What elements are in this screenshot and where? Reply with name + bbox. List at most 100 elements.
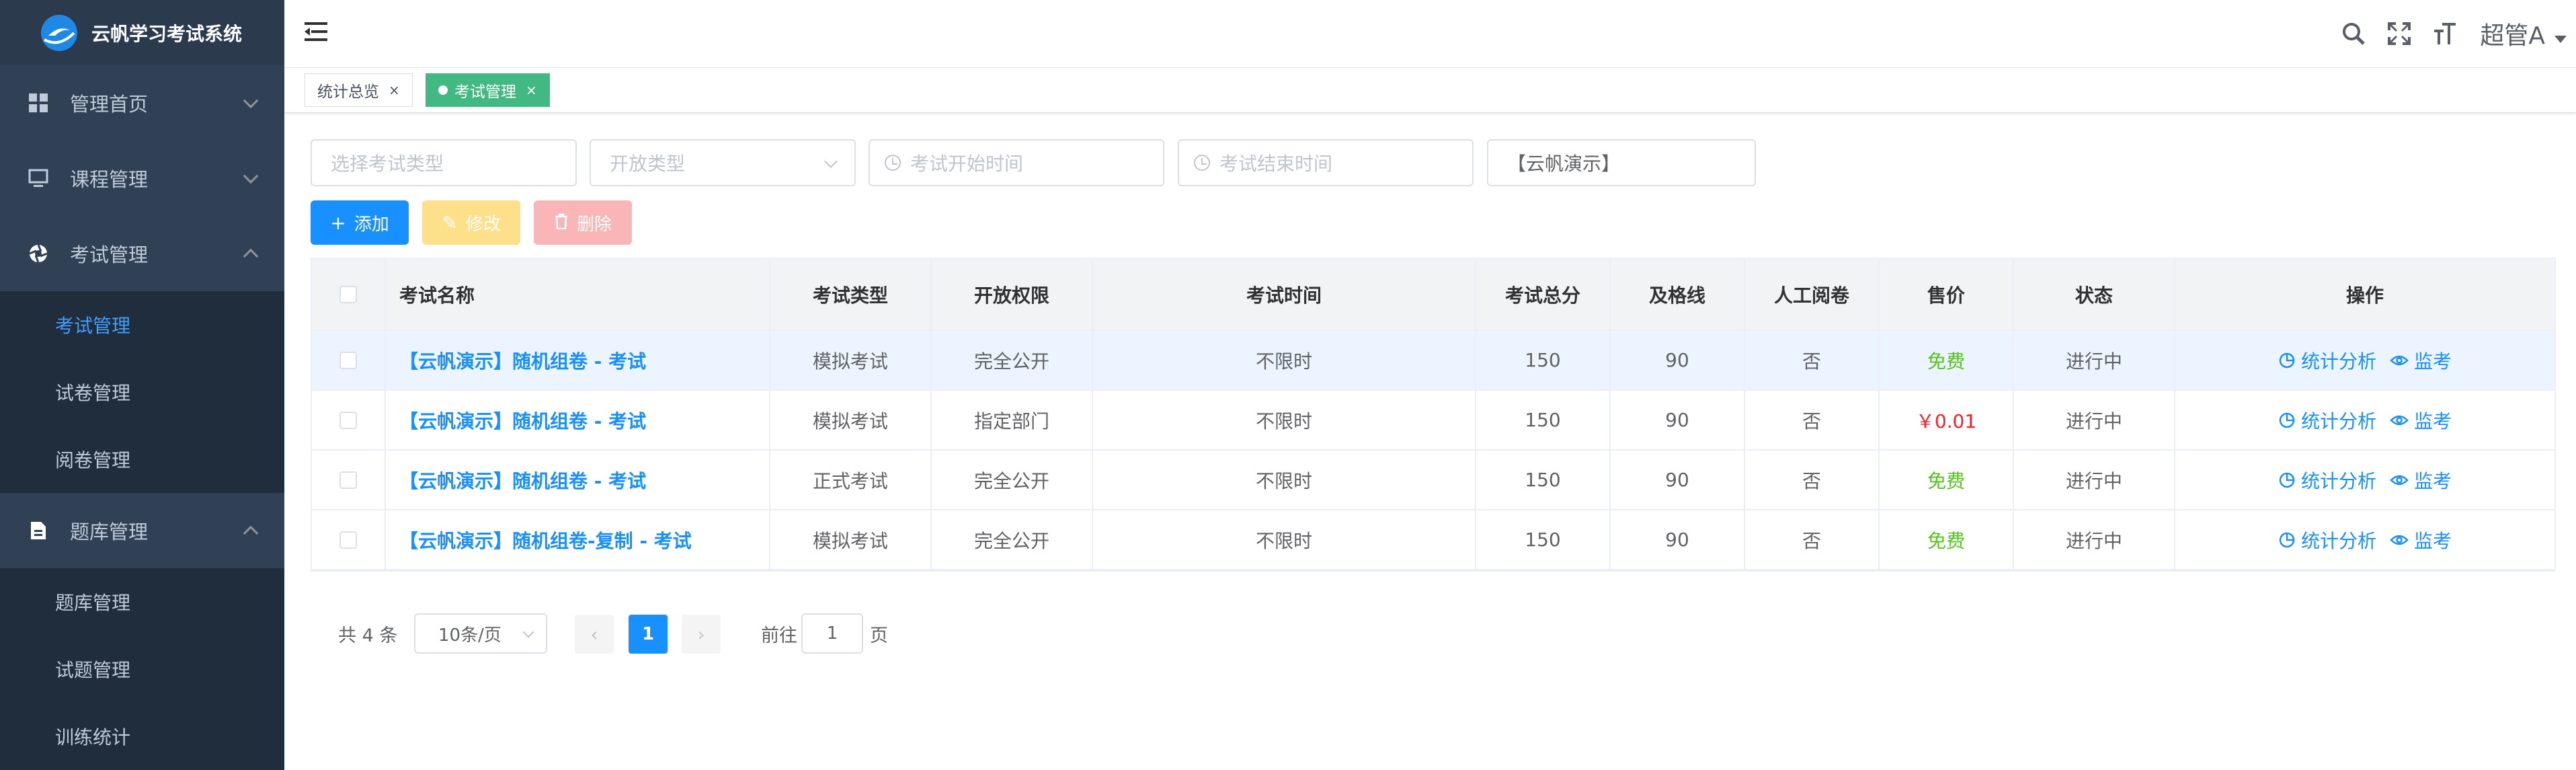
- monitor-link[interactable]: 监考: [2390, 347, 2452, 374]
- status-cell: 进行中: [2014, 510, 2175, 569]
- active-dot-icon: [438, 85, 448, 95]
- access-cell: 完全公开: [932, 331, 1093, 389]
- col-header: 人工阅卷: [1745, 259, 1880, 330]
- sidebar-item-label: 考试管理: [70, 243, 149, 266]
- prev-page-button[interactable]: ‹: [575, 615, 614, 654]
- edit-button[interactable]: ✎ 修改: [422, 200, 520, 245]
- add-button[interactable]: + 添加: [311, 200, 409, 245]
- open-type-select[interactable]: 开放类型: [590, 139, 856, 186]
- stats-analysis-link[interactable]: 统计分析: [2278, 467, 2376, 494]
- exam-type-select[interactable]: 选择考试类型: [311, 139, 577, 186]
- monitor-link[interactable]: 监考: [2390, 467, 2452, 494]
- trash-icon: [554, 212, 569, 234]
- goto-page-input[interactable]: 1: [801, 613, 863, 654]
- select-all-checkbox[interactable]: [339, 285, 357, 303]
- tab-stats-overview[interactable]: 统计总览 ×: [305, 73, 413, 107]
- exam-name-link[interactable]: 【云帆演示】随机组卷 - 考试: [399, 347, 646, 374]
- sidebar-subitem-exam-manage[interactable]: 考试管理: [0, 291, 284, 358]
- app-title: 云帆学习考试系统: [91, 22, 243, 45]
- pagination-total: 共 4 条: [338, 625, 398, 646]
- monitor-link[interactable]: 监考: [2390, 527, 2452, 553]
- goto-prefix: 前往: [761, 625, 797, 646]
- table-row[interactable]: 【云帆演示】随机组卷 - 考试 正式考试 完全公开 不限时 150 90 否 免…: [312, 451, 2554, 510]
- logo[interactable]: 云帆学习考试系统: [0, 0, 284, 65]
- exam-name-link[interactable]: 【云帆演示】随机组卷 - 考试: [399, 467, 646, 494]
- page-number-current[interactable]: 1: [629, 615, 668, 654]
- text-size-icon[interactable]: [2431, 20, 2458, 47]
- row-checkbox[interactable]: [339, 411, 357, 429]
- total-score-cell: 150: [1476, 510, 1611, 569]
- page-size-select[interactable]: 10条/页: [414, 613, 547, 654]
- col-header: 考试总分: [1476, 259, 1611, 330]
- tab-label: 考试管理: [454, 83, 516, 101]
- hamburger-icon[interactable]: [305, 22, 327, 41]
- sidebar-item-dashboard[interactable]: 管理首页: [0, 65, 284, 141]
- row-checkbox[interactable]: [339, 471, 357, 489]
- col-header: 考试类型: [770, 259, 932, 330]
- end-time-picker[interactable]: 考试结束时间: [1178, 139, 1474, 186]
- exam-type-cell: 模拟考试: [770, 331, 932, 389]
- action-label: 统计分析: [2300, 529, 2376, 552]
- col-header: 状态: [2014, 259, 2175, 330]
- table-row[interactable]: 【云帆演示】随机组卷 - 考试 模拟考试 指定部门 不限时 150 90 否 ￥…: [312, 391, 2554, 451]
- tab-exam-manage[interactable]: 考试管理 ×: [426, 73, 550, 107]
- tags-view: 统计总览 × 考试管理 ×: [284, 67, 2576, 113]
- price-cell: 免费: [1880, 451, 2014, 509]
- fullscreen-icon[interactable]: [2386, 20, 2413, 47]
- exam-name-link[interactable]: 【云帆演示】随机组卷 - 考试: [399, 407, 646, 434]
- placeholder: 考试开始时间: [910, 153, 1024, 175]
- close-icon[interactable]: ×: [526, 82, 537, 98]
- monitor-icon: [27, 167, 50, 190]
- col-header: 售价: [1880, 259, 2014, 330]
- sidebar-subitem-paper-manage[interactable]: 试卷管理: [0, 358, 284, 426]
- table-row[interactable]: 【云帆演示】随机组卷 - 考试 模拟考试 完全公开 不限时 150 90 否 免…: [312, 331, 2554, 391]
- time-cell: 不限时: [1093, 391, 1476, 449]
- stats-analysis-link[interactable]: 统计分析: [2278, 347, 2376, 374]
- row-select-cell: [312, 451, 386, 509]
- access-cell: 指定部门: [932, 391, 1093, 449]
- stats-analysis-link[interactable]: 统计分析: [2278, 527, 2376, 553]
- access-cell: 完全公开: [932, 451, 1093, 509]
- manual-grading-cell: 否: [1745, 331, 1880, 389]
- goto-suffix: 页: [870, 625, 888, 646]
- pass-line-cell: 90: [1611, 451, 1745, 509]
- user-menu[interactable]: 超管A: [2480, 16, 2567, 51]
- sidebar-subitem-bank-manage[interactable]: 题库管理: [0, 568, 284, 636]
- next-page-button[interactable]: ›: [682, 615, 721, 654]
- sidebar-subitem-grading-manage[interactable]: 阅卷管理: [0, 426, 284, 493]
- eye-icon: [2390, 355, 2409, 365]
- stats-analysis-link[interactable]: 统计分析: [2278, 407, 2376, 434]
- sidebar: 云帆学习考试系统 管理首页 课程管理 考试管理 考试管理 试卷管理 阅卷管理 题…: [0, 0, 284, 770]
- input-value: 【云帆演示】: [1507, 153, 1621, 175]
- action-label: 监考: [2414, 350, 2452, 373]
- exam-table: 考试名称 考试类型 开放权限 考试时间 考试总分 及格线 人工阅卷 售价 状态 …: [311, 258, 2556, 572]
- document-icon: [27, 519, 50, 542]
- pass-line-cell: 90: [1611, 331, 1745, 389]
- monitor-link[interactable]: 监考: [2390, 407, 2452, 434]
- sidebar-item-label: 管理首页: [70, 93, 149, 116]
- keyword-input[interactable]: 【云帆演示】: [1487, 139, 1756, 186]
- sidebar-item-exams[interactable]: 考试管理: [0, 216, 284, 291]
- search-icon[interactable]: [2340, 20, 2367, 47]
- sidebar-item-courses[interactable]: 课程管理: [0, 141, 284, 216]
- sidebar-subitem-question-manage[interactable]: 试题管理: [0, 636, 284, 703]
- row-checkbox[interactable]: [339, 351, 357, 369]
- start-time-picker[interactable]: 考试开始时间: [869, 139, 1164, 186]
- table-row[interactable]: 【云帆演示】随机组卷-复制 - 考试 模拟考试 完全公开 不限时 150 90 …: [312, 510, 2554, 570]
- price-cell: 免费: [1880, 510, 2014, 569]
- row-checkbox[interactable]: [339, 531, 357, 549]
- close-icon[interactable]: ×: [389, 82, 400, 98]
- col-header: 操作: [2345, 284, 2384, 307]
- sidebar-item-question-bank[interactable]: 题库管理: [0, 493, 284, 568]
- row-select-cell: [312, 510, 386, 569]
- sidebar-subitem-training-stats[interactable]: 训练统计: [0, 703, 284, 770]
- status-cell: 进行中: [2014, 451, 2175, 509]
- action-label: 监考: [2414, 410, 2452, 432]
- pass-line-cell: 90: [1611, 510, 1745, 569]
- user-name: 超管A: [2480, 22, 2545, 50]
- exam-name-link[interactable]: 【云帆演示】随机组卷-复制 - 考试: [399, 527, 692, 553]
- placeholder: 开放类型: [610, 153, 686, 175]
- price-cell: 免费: [1880, 331, 2014, 389]
- actions-cell: 统计分析 监考: [2175, 391, 2554, 449]
- delete-button[interactable]: 删除: [534, 200, 632, 245]
